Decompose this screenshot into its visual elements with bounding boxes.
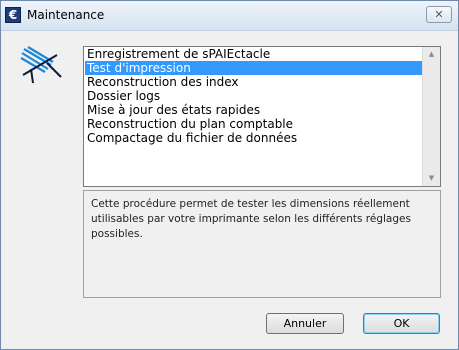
dialog-body: Enregistrement de sPAIEctacle Test d'impr… bbox=[1, 31, 458, 349]
scroll-up-arrow-icon[interactable]: ▲ bbox=[423, 47, 440, 62]
window-title: Maintenance bbox=[27, 8, 105, 22]
list-item[interactable]: Reconstruction des index bbox=[85, 75, 424, 89]
list-item[interactable]: Compactage du fichier de données bbox=[85, 131, 424, 145]
ok-button[interactable]: OK bbox=[363, 313, 440, 334]
task-list-items: Enregistrement de sPAIEctacle Test d'impr… bbox=[85, 47, 424, 145]
maintenance-logo-icon bbox=[20, 46, 62, 84]
list-item[interactable]: Enregistrement de sPAIEctacle bbox=[85, 47, 424, 61]
list-item[interactable]: Dossier logs bbox=[85, 89, 424, 103]
description-panel: Cette procédure permet de tester les dim… bbox=[83, 190, 441, 298]
list-scrollbar[interactable]: ▲ ▼ bbox=[422, 47, 440, 186]
maintenance-dialog: € Maintenance ✕ Enregistrement de sPAIEc… bbox=[0, 0, 459, 350]
close-icon: ✕ bbox=[434, 8, 444, 21]
app-euro-icon[interactable]: € bbox=[5, 7, 21, 23]
cancel-button[interactable]: Annuler bbox=[266, 313, 344, 334]
list-item[interactable]: Test d'impression bbox=[85, 61, 424, 75]
description-text: Cette procédure permet de tester les dim… bbox=[91, 198, 411, 240]
list-item[interactable]: Mise à jour des états rapides bbox=[85, 103, 424, 117]
scroll-down-arrow-icon[interactable]: ▼ bbox=[423, 171, 440, 186]
list-item[interactable]: Reconstruction du plan comptable bbox=[85, 117, 424, 131]
title-bar[interactable]: € Maintenance ✕ bbox=[1, 1, 458, 31]
close-button[interactable]: ✕ bbox=[426, 6, 452, 23]
maintenance-task-list[interactable]: Enregistrement de sPAIEctacle Test d'impr… bbox=[83, 46, 441, 187]
